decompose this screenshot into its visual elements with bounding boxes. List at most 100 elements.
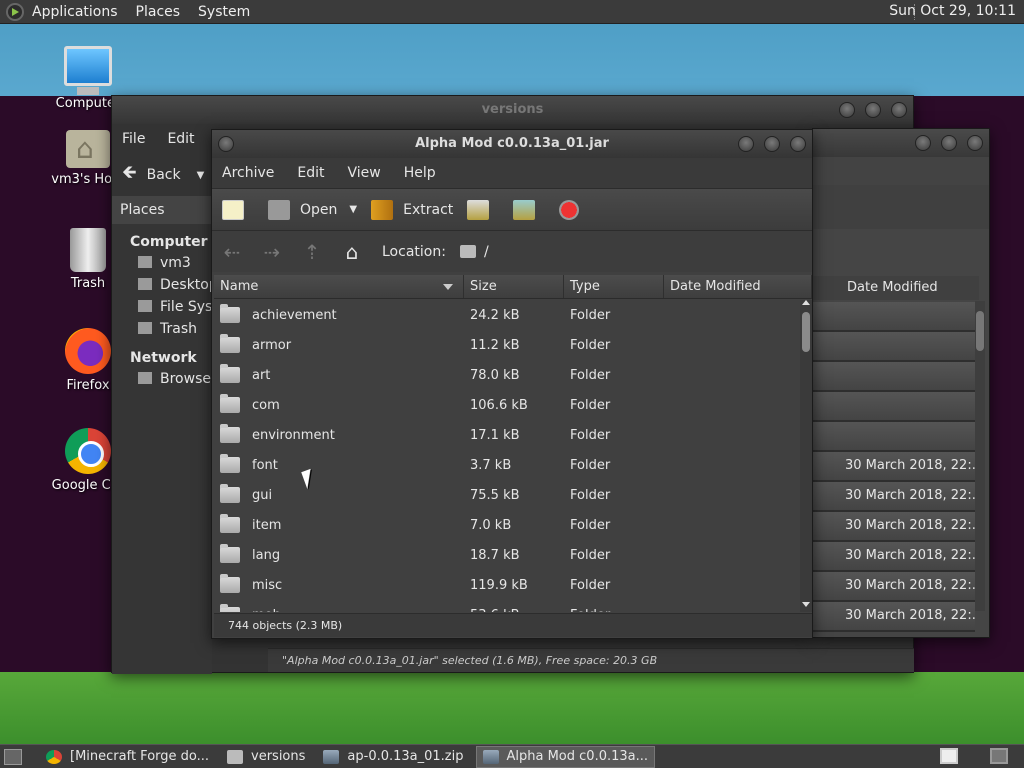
add-files-button[interactable] — [467, 199, 499, 220]
file-name-cell: armor — [214, 334, 464, 353]
close-button[interactable] — [790, 136, 806, 152]
menu-edit[interactable]: Edit — [297, 165, 324, 181]
list-item[interactable]: 30 March 2018, 22:... — [813, 482, 975, 512]
file-type: Folder — [570, 307, 611, 323]
places-menu[interactable]: Places — [136, 4, 181, 20]
list-item[interactable]: 30 March 2018, 22:... — [813, 512, 975, 542]
file-name-cell: mob — [214, 604, 464, 612]
list-item[interactable]: misc 119.9 kB Folder — [214, 570, 798, 600]
taskbar-item-label: Alpha Mod c0.0.13a... — [506, 749, 649, 764]
applications-menu[interactable]: Applications — [32, 4, 118, 20]
list-item[interactable] — [813, 332, 975, 362]
list-item[interactable]: 30 March 2018, 22:... — [813, 572, 975, 602]
sidebar-item-vm3[interactable]: vm3 — [112, 252, 212, 274]
close-button[interactable] — [967, 135, 983, 151]
new-archive-button[interactable] — [222, 199, 254, 220]
folder-icon — [227, 749, 244, 764]
list-item[interactable] — [813, 422, 975, 452]
extract-icon — [371, 199, 394, 220]
scrollbar-thumb[interactable] — [802, 312, 810, 352]
sidebar-item-browse-network[interactable]: Browse I — [112, 368, 212, 390]
list-item[interactable]: com 106.6 kB Folder — [214, 390, 798, 420]
list-item[interactable] — [813, 392, 975, 422]
clock[interactable]: Sun Oct 29, 10:11 — [889, 3, 1016, 19]
file-size: 11.2 kB — [470, 337, 520, 353]
column-header-name[interactable]: Name — [214, 275, 464, 298]
column-header-type[interactable]: Type — [564, 275, 664, 298]
scroll-down-icon[interactable] — [802, 602, 810, 607]
menu-archive[interactable]: Archive — [222, 165, 274, 181]
back-icon[interactable]: ⇠ — [222, 240, 242, 264]
sidebar-item-filesystem[interactable]: File Syst — [112, 296, 212, 318]
scroll-up-icon[interactable] — [802, 300, 810, 305]
taskbar-item-label: ap-0.0.13a_01.zip — [347, 749, 464, 764]
stop-button[interactable] — [559, 199, 589, 220]
list-item[interactable]: achievement 24.2 kB Folder — [214, 300, 798, 330]
toolbar — [813, 185, 989, 229]
column-header-size[interactable]: Size — [464, 275, 564, 298]
forward-icon[interactable]: ⇢ — [262, 240, 282, 264]
chevron-down-icon[interactable]: ▼ — [349, 204, 357, 215]
maximize-button[interactable] — [941, 135, 957, 151]
folder-icon — [220, 544, 240, 563]
add-folder-button[interactable] — [513, 199, 545, 220]
taskbar-item[interactable]: versions — [221, 746, 311, 768]
chevron-down-icon[interactable]: ▼ — [197, 170, 205, 181]
scrollbar-thumb[interactable] — [976, 311, 984, 351]
show-desktop-icon[interactable] — [4, 748, 22, 765]
menu-view[interactable]: View — [348, 165, 381, 181]
system-menu[interactable]: System — [198, 4, 250, 20]
menu-edit[interactable]: Edit — [167, 131, 194, 147]
menu-help[interactable]: Help — [404, 165, 436, 181]
taskbar-item[interactable]: Alpha Mod c0.0.13a... — [475, 745, 656, 768]
list-item[interactable] — [813, 362, 975, 392]
list-item[interactable]: gui 75.5 kB Folder — [214, 480, 798, 510]
vertical-scrollbar[interactable] — [975, 301, 985, 611]
list-item[interactable]: item 7.0 kB Folder — [214, 510, 798, 540]
sidebar-item-trash[interactable]: Trash — [112, 318, 212, 340]
archive-titlebar[interactable]: Alpha Mod c0.0.13a_01.jar — [212, 130, 812, 158]
home-icon[interactable]: ⌂ — [342, 240, 362, 264]
archive-toolbar: Open ▼ Extract — [212, 188, 812, 230]
back-button[interactable]: Back — [147, 167, 181, 183]
list-item[interactable]: art 78.0 kB Folder — [214, 360, 798, 390]
file-list-titlebar[interactable] — [813, 129, 989, 157]
window-menu-button[interactable] — [218, 136, 234, 152]
back-arrow-icon[interactable]: 🡸 — [122, 160, 137, 190]
list-item[interactable]: lang 18.7 kB Folder — [214, 540, 798, 570]
close-button[interactable] — [891, 102, 907, 118]
column-header-date-modified[interactable]: Date Modified — [813, 276, 979, 300]
list-item[interactable]: 30 March 2018, 22:... — [813, 542, 975, 572]
up-icon[interactable]: ⇡ — [302, 240, 322, 264]
minimize-button[interactable] — [738, 136, 754, 152]
minimize-button[interactable] — [839, 102, 855, 118]
computer-icon — [64, 46, 112, 95]
list-item[interactable]: 30 March 2018, 22:... — [813, 452, 975, 482]
maximize-button[interactable] — [865, 102, 881, 118]
list-item[interactable] — [813, 302, 975, 332]
extract-button[interactable]: Extract — [371, 199, 453, 220]
folder-icon — [220, 484, 240, 503]
list-item[interactable]: 30 March 2018, 22:... — [813, 602, 975, 632]
column-header-date-modified[interactable]: Date Modified — [664, 275, 812, 298]
open-button[interactable]: Open ▼ — [268, 199, 357, 220]
folder-icon — [220, 574, 240, 593]
places-selector[interactable]: Places — [112, 196, 212, 224]
minimize-button[interactable] — [915, 135, 931, 151]
distro-logo-icon[interactable] — [6, 2, 24, 21]
maximize-button[interactable] — [764, 136, 780, 152]
location-path[interactable]: / — [484, 244, 489, 260]
taskbar-item[interactable]: [Minecraft Forge do... — [40, 746, 215, 768]
list-item[interactable]: mob 53.6 kBFolder — [214, 600, 798, 612]
menu-file[interactable]: File — [122, 131, 145, 147]
list-item[interactable]: environment 17.1 kB Folder — [214, 420, 798, 450]
new-archive-icon — [222, 199, 244, 220]
list-item[interactable]: armor 11.2 kB Folder — [214, 330, 798, 360]
taskbar-item[interactable]: ap-0.0.13a_01.zip — [317, 746, 469, 768]
vertical-scrollbar[interactable] — [800, 300, 812, 612]
taskbar: [Minecraft Forge do... versions ap-0.0.13a… — [0, 744, 1024, 768]
workspace-2-button[interactable] — [990, 748, 1008, 764]
sidebar-item-desktop[interactable]: Desktop — [112, 274, 212, 296]
workspace-1-button[interactable] — [940, 748, 958, 764]
versions-titlebar[interactable]: versions — [112, 96, 913, 124]
